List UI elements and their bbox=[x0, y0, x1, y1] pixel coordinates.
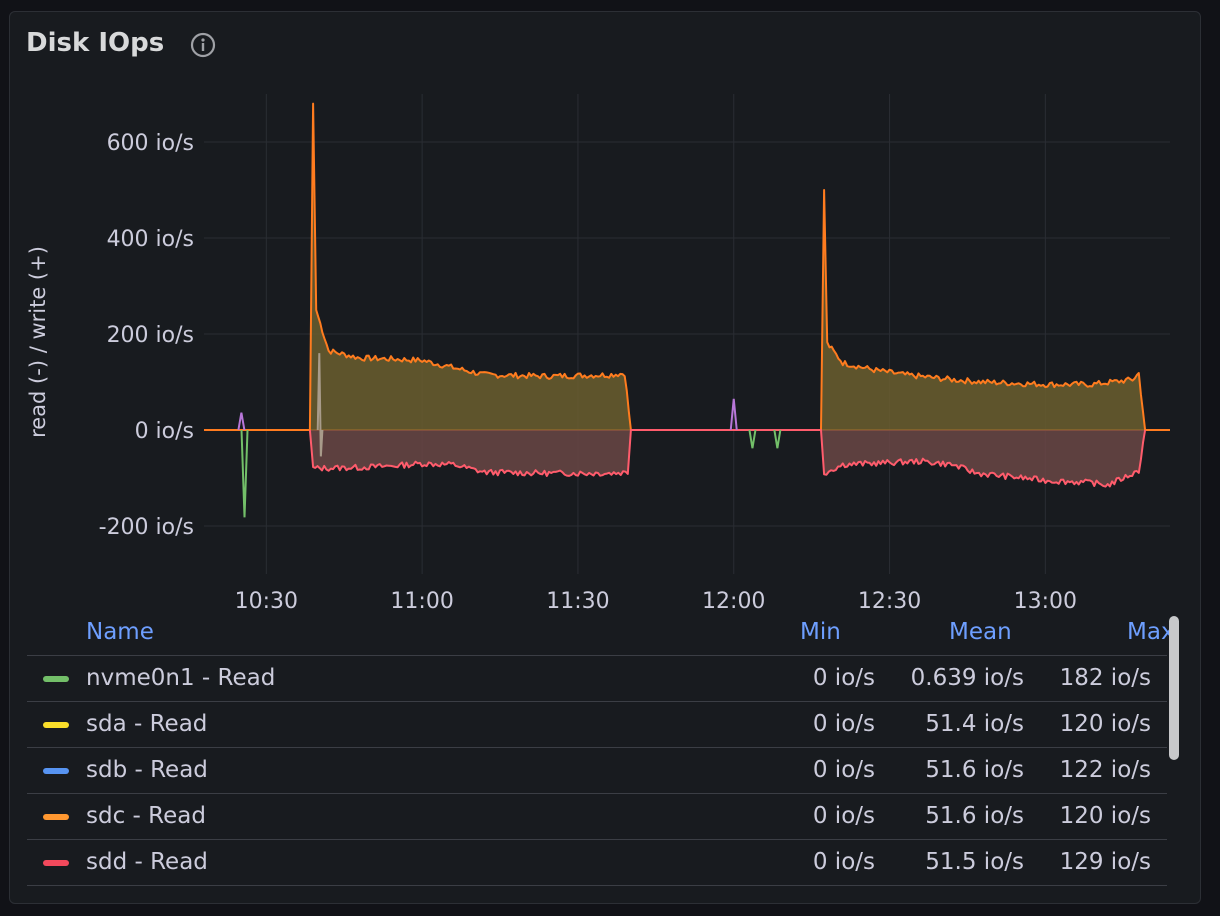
legend-series-mean: 51.5 io/s bbox=[925, 849, 1024, 875]
series-color-swatch bbox=[43, 676, 69, 682]
legend-series-name[interactable]: sda - Read bbox=[86, 711, 207, 737]
legend-series-mean: 51.6 io/s bbox=[925, 757, 1024, 783]
x-tick-label: 13:00 bbox=[1014, 589, 1077, 612]
x-tick-label: 12:00 bbox=[702, 589, 765, 612]
y-axis-label: read (-) / write (+) bbox=[26, 246, 50, 438]
y-tick-label: 0 io/s bbox=[135, 419, 194, 444]
y-tick-label: 600 io/s bbox=[107, 131, 194, 156]
x-tick-label: 10:30 bbox=[235, 589, 298, 612]
chart-area: 600 io/s 400 io/s 200 io/s 0 io/s -200 io/s 1… bbox=[26, 94, 1170, 612]
legend-series-mean: 51.4 io/s bbox=[925, 711, 1024, 737]
x-tick-label: 11:00 bbox=[390, 589, 453, 612]
spike-mark bbox=[240, 429, 249, 518]
legend-series-min: 0 io/s bbox=[812, 849, 875, 875]
spike-mark bbox=[748, 429, 757, 449]
disk-iops-panel: Disk IOps 600 io/s 400 io/s 200 io/s 0 io/s… bbox=[9, 11, 1201, 904]
legend-series-min: 0 io/s bbox=[812, 665, 875, 691]
x-tick-label: 11:30 bbox=[546, 589, 609, 612]
legend-series-max: 120 io/s bbox=[1059, 803, 1151, 829]
legend-table: Name Min Mean Max nvme0n1 - Read 0 io/s 0.… bbox=[27, 617, 1175, 886]
series-color-swatch bbox=[43, 860, 69, 866]
spike-mark bbox=[237, 412, 246, 431]
legend-series-max: 122 io/s bbox=[1059, 757, 1151, 783]
legend-series-min: 0 io/s bbox=[812, 757, 875, 783]
legend-row[interactable]: sdb - Read 0 io/s 51.6 io/s 122 io/s bbox=[27, 748, 1167, 794]
legend-header-min[interactable]: Min bbox=[800, 619, 841, 645]
legend-row[interactable]: sda - Read 0 io/s 51.4 io/s 120 io/s bbox=[27, 702, 1167, 748]
y-tick-label: 400 io/s bbox=[107, 227, 194, 252]
legend-row[interactable]: nvme0n1 - Read 0 io/s 0.639 io/s 182 io/s bbox=[27, 656, 1167, 702]
legend-series-mean: 51.6 io/s bbox=[925, 803, 1024, 829]
legend-header-mean[interactable]: Mean bbox=[949, 619, 1012, 645]
legend-series-min: 0 io/s bbox=[812, 803, 875, 829]
legend-row[interactable]: sdd - Read 0 io/s 51.5 io/s 129 io/s bbox=[27, 840, 1167, 886]
x-tick-label: 12:30 bbox=[858, 589, 921, 612]
legend-series-name[interactable]: nvme0n1 - Read bbox=[86, 665, 275, 691]
legend-scrollbar-thumb[interactable] bbox=[1169, 616, 1179, 760]
legend-series-name[interactable]: sdc - Read bbox=[86, 803, 206, 829]
legend-series-max: 120 io/s bbox=[1059, 711, 1151, 737]
spike-mark bbox=[773, 429, 782, 449]
write-series-fill bbox=[309, 103, 1146, 430]
legend-series-min: 0 io/s bbox=[812, 711, 875, 737]
y-tick-label: -200 io/s bbox=[99, 515, 194, 540]
legend-series-mean: 0.639 io/s bbox=[910, 665, 1024, 691]
series-color-swatch bbox=[43, 814, 69, 820]
legend-series-name[interactable]: sdb - Read bbox=[86, 757, 208, 783]
legend-header: Name Min Mean Max bbox=[27, 617, 1175, 656]
y-tick-label: 200 io/s bbox=[107, 323, 194, 348]
legend-header-name[interactable]: Name bbox=[86, 619, 154, 645]
legend-series-max: 182 io/s bbox=[1059, 665, 1151, 691]
legend-series-name[interactable]: sdd - Read bbox=[86, 849, 208, 875]
series-color-swatch bbox=[43, 768, 69, 774]
series-color-swatch bbox=[43, 722, 69, 728]
legend-series-max: 129 io/s bbox=[1059, 849, 1151, 875]
legend-row[interactable]: sdc - Read 0 io/s 51.6 io/s 120 io/s bbox=[27, 794, 1167, 840]
